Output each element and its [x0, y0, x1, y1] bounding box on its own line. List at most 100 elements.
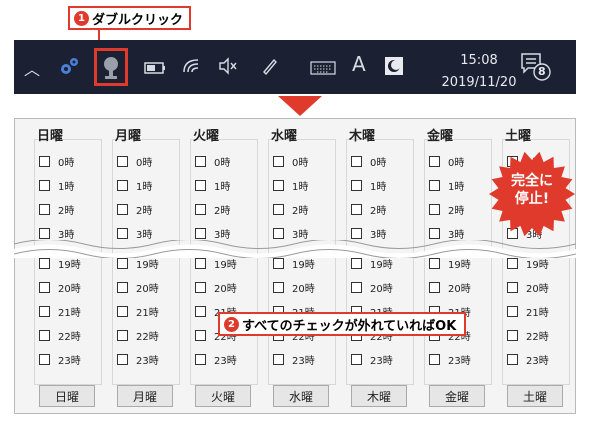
hour-checkbox[interactable] [117, 281, 128, 293]
day-toggle-button[interactable]: 木曜 [351, 385, 407, 407]
hour-checkbox-row[interactable]: 23時 [39, 351, 81, 367]
hour-checkbox[interactable] [117, 179, 128, 191]
hour-checkbox[interactable] [195, 305, 206, 317]
battery-icon[interactable] [144, 60, 166, 79]
hour-checkbox[interactable] [507, 305, 518, 317]
hour-checkbox[interactable] [429, 227, 440, 239]
hour-checkbox-row[interactable]: 3時 [351, 225, 386, 241]
night-light-icon[interactable] [384, 56, 404, 80]
hour-checkbox-row[interactable]: 23時 [351, 351, 393, 367]
hour-checkbox[interactable] [39, 179, 50, 191]
hour-checkbox-row[interactable]: 1時 [429, 177, 464, 193]
hour-checkbox-row[interactable]: 3時 [117, 225, 152, 241]
day-toggle-button[interactable]: 火曜 [195, 385, 251, 407]
day-toggle-button[interactable]: 金曜 [429, 385, 485, 407]
hour-checkbox[interactable] [507, 257, 518, 269]
hour-checkbox-row[interactable]: 0時 [195, 153, 230, 169]
hour-checkbox[interactable] [39, 227, 50, 239]
clock[interactable]: 15:08 2019/11/20 [434, 50, 524, 94]
hour-checkbox[interactable] [429, 257, 440, 269]
hour-checkbox[interactable] [351, 227, 362, 239]
hour-checkbox[interactable] [507, 281, 518, 293]
day-toggle-button[interactable]: 日曜 [39, 385, 95, 407]
hour-checkbox-row[interactable]: 22時 [117, 327, 159, 343]
hour-checkbox[interactable] [195, 179, 206, 191]
hour-checkbox-row[interactable]: 2時 [117, 201, 152, 217]
hour-checkbox-row[interactable]: 1時 [195, 177, 230, 193]
chevron-up-icon[interactable]: ︿ [24, 56, 40, 80]
hour-checkbox[interactable] [351, 257, 362, 269]
hour-checkbox-row[interactable]: 2時 [429, 201, 464, 217]
hour-checkbox-row[interactable]: 22時 [507, 327, 549, 343]
hour-checkbox[interactable] [39, 353, 50, 365]
microphone-icon[interactable] [94, 48, 128, 86]
hour-checkbox[interactable] [429, 281, 440, 293]
hour-checkbox-row[interactable]: 23時 [117, 351, 159, 367]
hour-checkbox-row[interactable]: 3時 [273, 225, 308, 241]
hour-checkbox-row[interactable]: 20時 [351, 279, 393, 295]
hour-checkbox-row[interactable]: 20時 [195, 279, 237, 295]
hour-checkbox[interactable] [117, 353, 128, 365]
hour-checkbox-row[interactable]: 20時 [117, 279, 159, 295]
hour-checkbox-row[interactable]: 1時 [117, 177, 152, 193]
hour-checkbox-row[interactable]: 0時 [39, 153, 74, 169]
gear-icon[interactable] [58, 54, 82, 82]
hour-checkbox[interactable] [351, 179, 362, 191]
hour-checkbox[interactable] [195, 353, 206, 365]
hour-checkbox-row[interactable]: 3時 [429, 225, 464, 241]
hour-checkbox[interactable] [273, 257, 284, 269]
day-toggle-button[interactable]: 水曜 [273, 385, 329, 407]
pen-icon[interactable] [260, 56, 280, 80]
hour-checkbox[interactable] [195, 203, 206, 215]
hour-checkbox-row[interactable]: 23時 [195, 351, 237, 367]
hour-checkbox-row[interactable]: 23時 [429, 351, 471, 367]
hour-checkbox[interactable] [117, 203, 128, 215]
hour-checkbox[interactable] [195, 281, 206, 293]
day-toggle-button[interactable]: 土曜 [507, 385, 563, 407]
hour-checkbox[interactable] [351, 353, 362, 365]
hour-checkbox[interactable] [351, 281, 362, 293]
hour-checkbox[interactable] [117, 257, 128, 269]
hour-checkbox-row[interactable]: 21時 [39, 303, 81, 319]
hour-checkbox[interactable] [195, 155, 206, 167]
hour-checkbox[interactable] [195, 257, 206, 269]
hour-checkbox[interactable] [507, 329, 518, 341]
hour-checkbox[interactable] [39, 203, 50, 215]
hour-checkbox[interactable] [429, 179, 440, 191]
hour-checkbox[interactable] [195, 329, 206, 341]
hour-checkbox-row[interactable]: 0時 [117, 153, 152, 169]
hour-checkbox-row[interactable]: 2時 [39, 201, 74, 217]
hour-checkbox[interactable] [39, 281, 50, 293]
hour-checkbox-row[interactable]: 20時 [429, 279, 471, 295]
hour-checkbox-row[interactable]: 0時 [429, 153, 464, 169]
hour-checkbox-row[interactable]: 20時 [273, 279, 315, 295]
hour-checkbox[interactable] [39, 155, 50, 167]
wifi-icon[interactable] [182, 56, 202, 80]
hour-checkbox-row[interactable]: 23時 [507, 351, 549, 367]
hour-checkbox-row[interactable]: 2時 [273, 201, 308, 217]
hour-checkbox[interactable] [117, 329, 128, 341]
hour-checkbox[interactable] [273, 353, 284, 365]
hour-checkbox[interactable] [117, 305, 128, 317]
hour-checkbox[interactable] [429, 155, 440, 167]
hour-checkbox[interactable] [39, 329, 50, 341]
volume-muted-icon[interactable] [218, 56, 238, 80]
hour-checkbox-row[interactable]: 21時 [507, 303, 549, 319]
hour-checkbox[interactable] [351, 203, 362, 215]
hour-checkbox-row[interactable]: 3時 [195, 225, 230, 241]
hour-checkbox-row[interactable]: 0時 [351, 153, 386, 169]
hour-checkbox-row[interactable]: 1時 [351, 177, 386, 193]
hour-checkbox[interactable] [39, 305, 50, 317]
notification-icon[interactable]: 8 [520, 52, 554, 86]
hour-checkbox-row[interactable]: 3時 [39, 225, 74, 241]
hour-checkbox[interactable] [429, 353, 440, 365]
hour-checkbox-row[interactable]: 20時 [39, 279, 81, 295]
hour-checkbox[interactable] [117, 227, 128, 239]
hour-checkbox[interactable] [273, 227, 284, 239]
keyboard-icon[interactable] [310, 60, 336, 79]
hour-checkbox[interactable] [195, 227, 206, 239]
ime-icon[interactable]: A [352, 52, 366, 76]
hour-checkbox-row[interactable]: 1時 [39, 177, 74, 193]
hour-checkbox[interactable] [117, 155, 128, 167]
hour-checkbox[interactable] [273, 203, 284, 215]
